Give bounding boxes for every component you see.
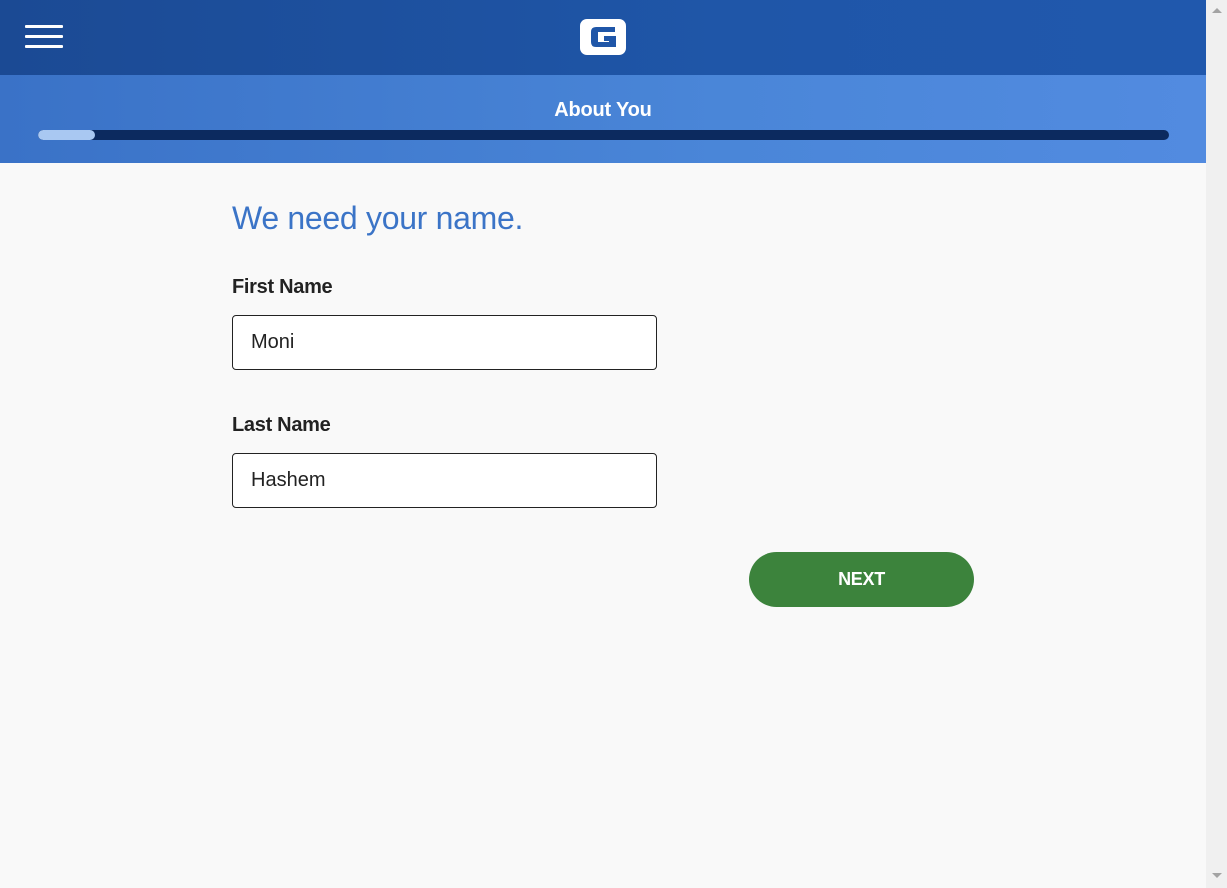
top-header	[0, 0, 1206, 75]
first-name-input[interactable]	[232, 315, 657, 370]
last-name-input[interactable]	[232, 453, 657, 508]
first-name-label: First Name	[232, 276, 333, 298]
progress-title: About You	[554, 99, 652, 121]
brand-logo-icon[interactable]	[579, 18, 627, 56]
progress-section: About You	[0, 75, 1206, 163]
hamburger-menu-icon[interactable]	[25, 25, 63, 49]
scroll-down-arrow-icon[interactable]	[1212, 873, 1222, 878]
progress-bar	[38, 130, 1169, 140]
menu-line	[25, 25, 63, 28]
menu-line	[25, 45, 63, 48]
page-heading: We need your name.	[232, 200, 524, 236]
last-name-label: Last Name	[232, 414, 331, 436]
menu-line	[25, 35, 63, 38]
scroll-up-arrow-icon[interactable]	[1212, 8, 1222, 13]
page: About You We need your name. First Name …	[0, 0, 1206, 888]
next-button[interactable]: NEXT	[749, 552, 974, 607]
progress-bar-fill	[38, 130, 95, 140]
vertical-scrollbar[interactable]	[1206, 0, 1227, 888]
